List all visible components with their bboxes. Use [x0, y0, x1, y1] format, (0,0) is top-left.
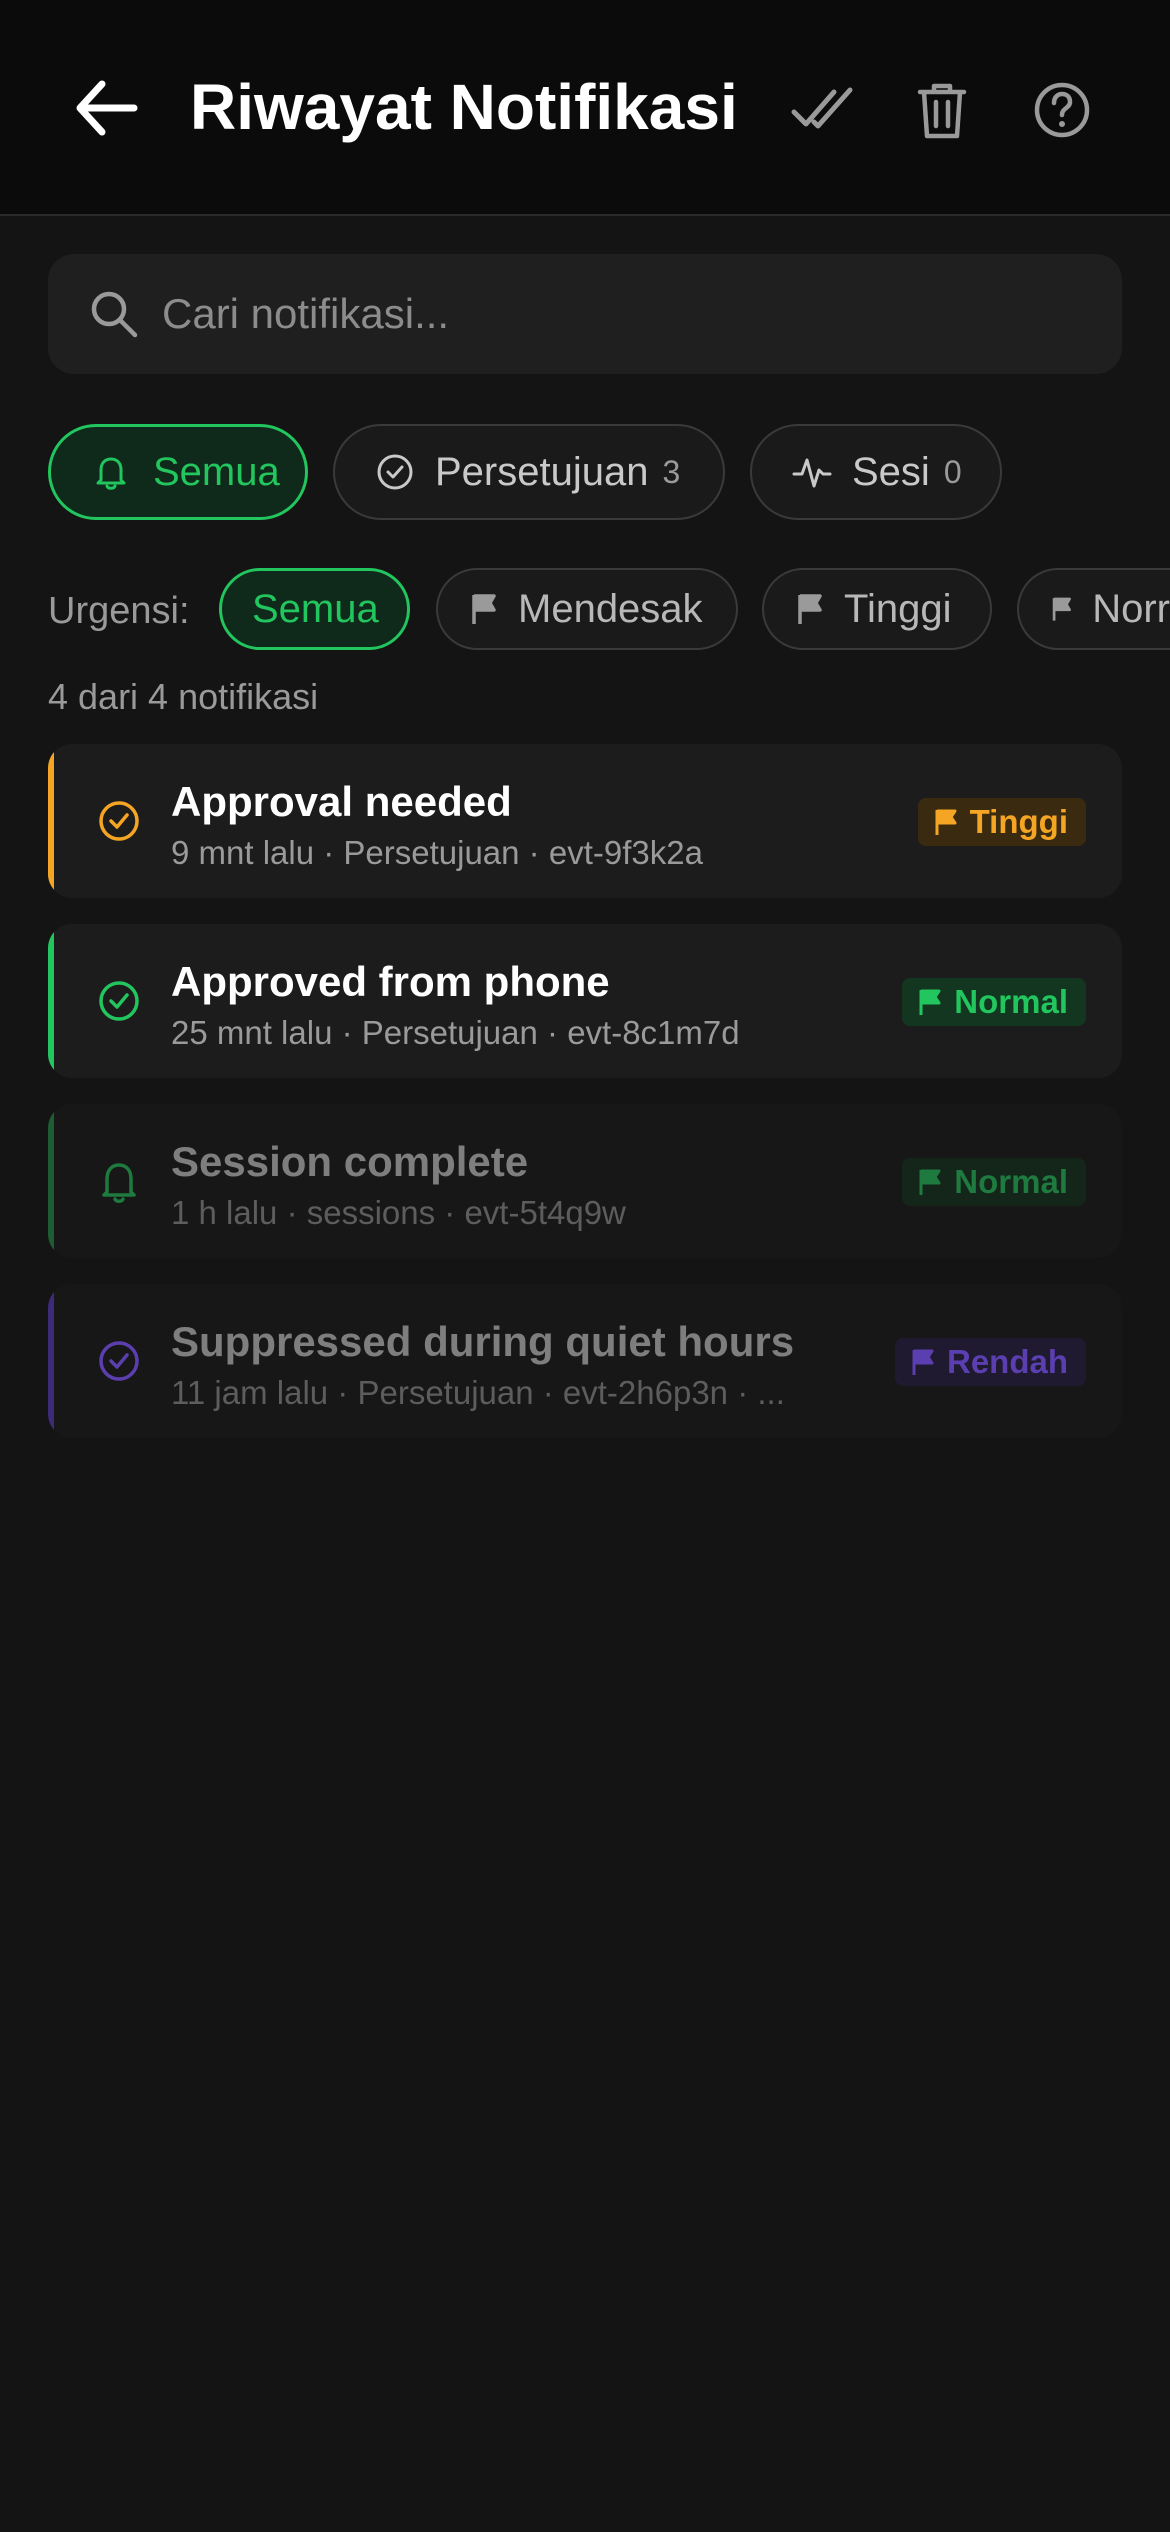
back-button[interactable] [72, 76, 142, 140]
flag-icon [798, 594, 822, 624]
search-placeholder: Cari notifikasi... [162, 290, 450, 337]
flag-icon [472, 594, 496, 624]
urgency-all-label: Semua [252, 586, 379, 631]
tab-approvals[interactable]: Persetujuan 3 [333, 424, 725, 520]
result-count: 4 dari 4 notifikasi [48, 676, 319, 717]
check-circle-icon [377, 454, 413, 490]
notification-title: Session complete [171, 1138, 529, 1185]
tab-all-label: Semua [153, 449, 280, 494]
flag-icon [919, 1169, 941, 1195]
urgency-urgent-pill[interactable]: Mendesak [436, 568, 738, 650]
tab-approvals-count: 3 [662, 453, 681, 490]
help-button[interactable] [1030, 78, 1094, 142]
flag-icon [919, 989, 941, 1015]
urgency-accent-bar [48, 1284, 54, 1438]
notification-title: Approved from phone [171, 958, 610, 1005]
urgency-badge: Tinggi [917, 798, 1086, 846]
tab-all[interactable]: Semua [48, 424, 308, 520]
urgency-accent-bar [48, 924, 54, 1078]
bell-icon [102, 1163, 136, 1203]
tab-sessions-label: Sesi [852, 449, 930, 494]
search-icon [91, 291, 138, 338]
app-header: Riwayat Notifikasi [0, 0, 1170, 216]
delete-all-button[interactable] [910, 78, 974, 142]
tab-sessions-count: 0 [943, 453, 962, 490]
flag-icon [935, 809, 957, 835]
notification-card[interactable]: Approval needed 9 mnt lalu · Persetujuan… [48, 744, 1122, 898]
urgency-badge: Normal [902, 978, 1086, 1026]
urgency-accent-bar [48, 1104, 54, 1258]
check-circle-icon [99, 1341, 139, 1381]
notification-meta: 1 h lalu · sessions · evt-5t4q9w [171, 1194, 626, 1231]
urgency-badge-label: Normal [954, 1163, 1068, 1200]
tab-sessions[interactable]: Sesi 0 [750, 424, 1002, 520]
notification-title: Suppressed during quiet hours [171, 1318, 795, 1365]
help-circle-icon [1034, 82, 1090, 138]
urgency-normal-label: Norr [1092, 586, 1170, 631]
urgency-badge: Normal [902, 1158, 1086, 1206]
notification-card[interactable]: Suppressed during quiet hours 11 jam lal… [48, 1284, 1122, 1438]
mark-all-read-button[interactable] [790, 78, 854, 142]
urgency-badge-label: Normal [954, 983, 1068, 1020]
flag-icon [1052, 597, 1071, 621]
trash-icon [917, 83, 967, 139]
urgency-all-pill[interactable]: Semua [219, 568, 410, 650]
flag-icon [912, 1349, 934, 1375]
urgency-high-pill[interactable]: Tinggi [762, 568, 992, 650]
check-circle-icon [99, 981, 139, 1021]
notification-meta: 25 mnt lalu · Persetujuan · evt-8c1m7d [171, 1014, 740, 1051]
notification-card[interactable]: Session complete 1 h lalu · sessions · e… [48, 1104, 1122, 1258]
urgency-label: Urgensi: [48, 590, 190, 632]
urgency-badge: Rendah [894, 1338, 1086, 1386]
urgency-badge-label: Rendah [946, 1343, 1068, 1380]
notification-title: Approval needed [171, 778, 512, 825]
check-circle-icon [99, 801, 139, 841]
arrow-left-icon [76, 80, 138, 136]
tab-approvals-label: Persetujuan [435, 449, 649, 494]
notification-card[interactable]: Approved from phone 25 mnt lalu · Perset… [48, 924, 1122, 1078]
urgency-high-label: Tinggi [844, 586, 952, 631]
notification-meta: 11 jam lalu · Persetujuan · evt-2h6p3n ·… [171, 1374, 785, 1411]
urgency-urgent-label: Mendesak [518, 586, 703, 631]
urgency-normal-pill[interactable]: Norr [1017, 568, 1170, 650]
urgency-badge-label: Tinggi [969, 803, 1068, 840]
urgency-accent-bar [48, 744, 54, 898]
search-input[interactable]: Cari notifikasi... [48, 254, 1122, 374]
bell-icon [96, 457, 126, 490]
double-check-icon [791, 87, 853, 129]
notification-meta: 9 mnt lalu · Persetujuan · evt-9f3k2a [171, 834, 703, 871]
page-title: Riwayat Notifikasi [190, 71, 738, 143]
activity-icon [792, 458, 832, 488]
